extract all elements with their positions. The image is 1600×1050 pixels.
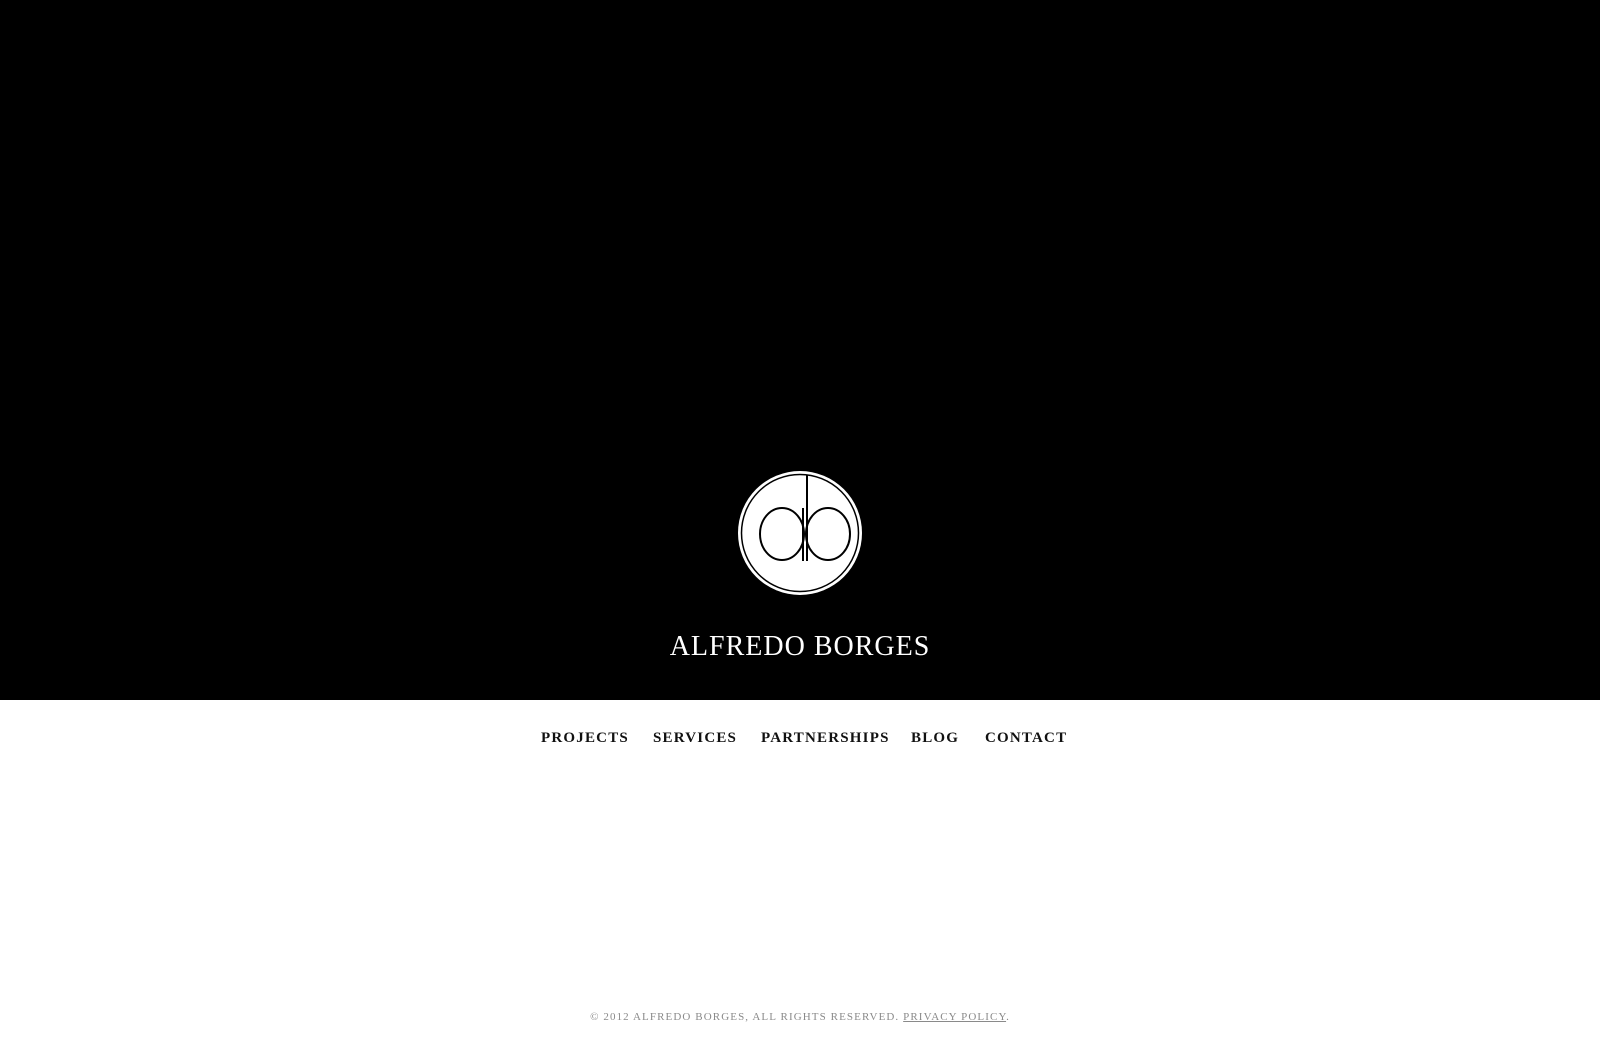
nav-contact-link[interactable]: CONTACT xyxy=(985,726,1067,750)
nav-projects-link[interactable]: PROJECTS xyxy=(541,726,629,750)
footer-trailing-period: . xyxy=(1006,1011,1010,1023)
nav-blog-link[interactable]: BLOG xyxy=(911,726,959,750)
footer: © 2012 ALFREDO BORGES, ALL RIGHTS RESERV… xyxy=(0,1007,1600,1027)
hero-banner: ALFREDO BORGES xyxy=(0,0,1600,700)
nav-partnerships-link[interactable]: PARTNERSHIPS xyxy=(761,726,890,750)
ab-logo-icon[interactable] xyxy=(737,470,863,596)
main-navigation: PROJECTS SERVICES PARTNERSHIPS BLOG CONT… xyxy=(0,726,1600,750)
nav-services-link[interactable]: SERVICES xyxy=(653,726,737,750)
privacy-policy-link[interactable]: PRIVACY POLICY xyxy=(903,1011,1006,1023)
copyright-text: © 2012 ALFREDO BORGES, ALL RIGHTS RESERV… xyxy=(590,1011,900,1023)
site-title[interactable]: ALFREDO BORGES xyxy=(0,627,1600,667)
